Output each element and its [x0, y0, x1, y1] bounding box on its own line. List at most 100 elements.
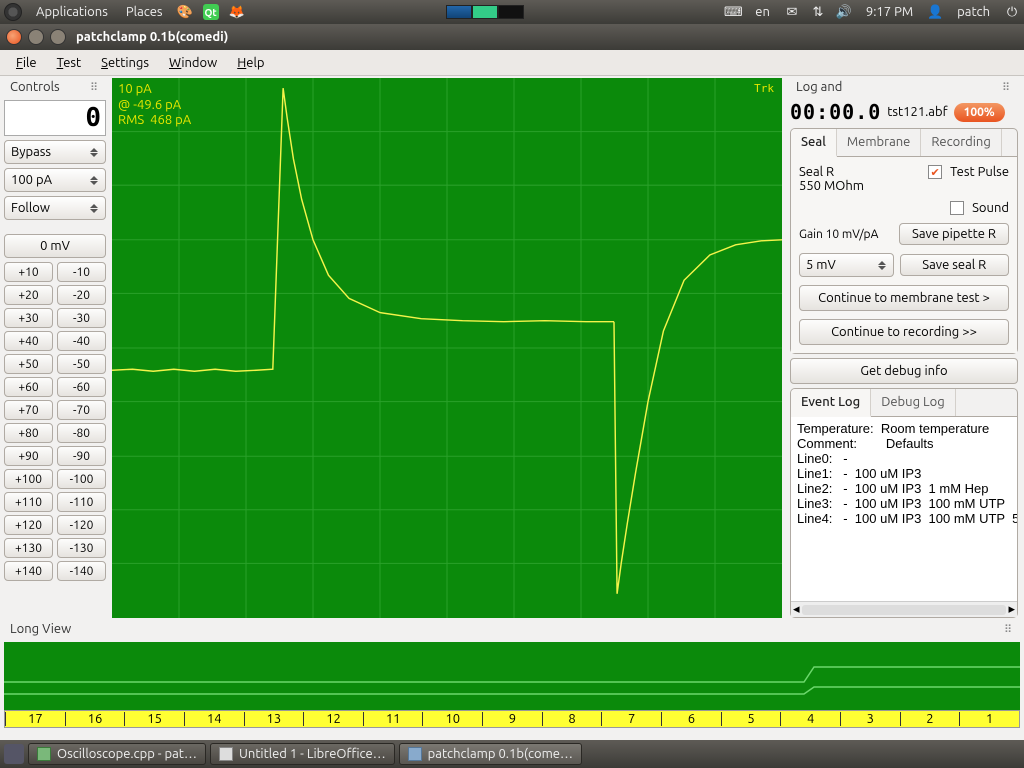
scroll-thumb[interactable]	[802, 605, 1007, 615]
tab-recording[interactable]: Recording	[921, 129, 1001, 156]
network-icon[interactable]: ⇅	[810, 4, 826, 20]
voltage-step-button[interactable]: -10	[57, 262, 106, 282]
power-icon[interactable]: ⏻	[1004, 4, 1020, 20]
voltage-step-button[interactable]: +60	[4, 377, 53, 397]
gain-combo[interactable]: 5 mV	[799, 253, 894, 277]
voltage-step-button[interactable]: +90	[4, 446, 53, 466]
voltage-step-button[interactable]: +100	[4, 469, 53, 489]
voltage-step-button[interactable]: -50	[57, 354, 106, 374]
menu-test[interactable]: Test	[49, 53, 90, 73]
voltage-step-button[interactable]: +40	[4, 331, 53, 351]
voltage-step-button[interactable]: +20	[4, 285, 53, 305]
voltage-step-button[interactable]: +110	[4, 492, 53, 512]
tab-event-log[interactable]: Event Log	[791, 389, 871, 417]
scroll-right-icon[interactable]: ▸	[1008, 602, 1015, 617]
voltage-step-button[interactable]: +50	[4, 354, 53, 374]
test-pulse-checkbox[interactable]: ✔ Test Pulse	[928, 165, 1009, 179]
ruler-tick: 10	[422, 712, 482, 726]
timer-display: 00:00.0	[790, 100, 881, 124]
task-label: Oscilloscope.cpp - pat…	[57, 747, 197, 761]
scope-scale-label: 10 pA @ -49.6 pA RMS 468 pA	[118, 82, 191, 129]
voltage-step-button[interactable]: +140	[4, 561, 53, 581]
workspace-indicator[interactable]	[446, 5, 524, 19]
window-titlebar[interactable]: patchclamp 0.1b(comedi)	[0, 24, 1024, 50]
user-icon[interactable]: 👤	[927, 4, 943, 20]
volume-icon[interactable]: 🔊	[836, 4, 852, 20]
ruler-tick: 16	[65, 712, 125, 726]
keyboard-icon[interactable]: ⌨	[725, 4, 741, 20]
window-close-button[interactable]	[6, 29, 22, 45]
get-debug-button[interactable]: Get debug info	[790, 358, 1018, 384]
voltage-step-button[interactable]: -140	[57, 561, 106, 581]
firefox-icon[interactable]: 🦊	[229, 4, 245, 20]
mail-icon[interactable]: ✉	[784, 4, 800, 20]
window-title: patchclamp 0.1b(comedi)	[76, 30, 228, 44]
gimp-icon[interactable]: 🎨	[177, 4, 193, 20]
gain-combo-label: 5 mV	[806, 258, 836, 272]
tab-seal[interactable]: Seal	[791, 129, 837, 157]
longview-header: Long View	[10, 622, 71, 636]
voltage-step-button[interactable]: -40	[57, 331, 106, 351]
chevron-updown-icon	[89, 176, 99, 185]
ruler-tick: 3	[840, 712, 900, 726]
window-maximize-button[interactable]	[50, 29, 66, 45]
oscilloscope-display[interactable]: 10 pA @ -49.6 pA RMS 468 pA Trk	[112, 78, 782, 618]
save-pipette-button[interactable]: Save pipette R	[899, 223, 1009, 245]
continue-recording-button[interactable]: Continue to recording >>	[799, 319, 1009, 345]
voltage-step-button[interactable]: +80	[4, 423, 53, 443]
voltage-step-button[interactable]: -110	[57, 492, 106, 512]
lang-indicator[interactable]: en	[751, 5, 774, 19]
controls-panel: Controls ⠿ 0 Bypass 100 pA Follow 0 mV +…	[0, 76, 110, 620]
clock[interactable]: 9:17 PM	[862, 5, 917, 19]
voltage-step-button[interactable]: +130	[4, 538, 53, 558]
save-seal-button[interactable]: Save seal R	[900, 254, 1009, 276]
menu-window[interactable]: Window	[161, 53, 225, 73]
voltage-step-button[interactable]: -130	[57, 538, 106, 558]
voltage-step-button[interactable]: -80	[57, 423, 106, 443]
task-oscilloscope[interactable]: Oscilloscope.cpp - pat…	[28, 743, 206, 765]
voltage-step-button[interactable]: -30	[57, 308, 106, 328]
ruler-tick: 13	[244, 712, 304, 726]
voltage-step-button[interactable]: +30	[4, 308, 53, 328]
user-menu[interactable]: patch	[953, 5, 994, 19]
voltage-step-button[interactable]: -60	[57, 377, 106, 397]
voltage-step-button[interactable]: -20	[57, 285, 106, 305]
panel-handle-icon[interactable]: ⠿	[1004, 623, 1014, 636]
zero-mv-button[interactable]: 0 mV	[4, 234, 106, 258]
menu-help[interactable]: Help	[229, 53, 272, 73]
voltage-step-button[interactable]: -90	[57, 446, 106, 466]
voltage-step-button[interactable]: +10	[4, 262, 53, 282]
log-line: Line3: - 100 uM IP3 100 mM UTP	[797, 496, 1011, 511]
voltage-step-button[interactable]: -70	[57, 400, 106, 420]
continue-membrane-button[interactable]: Continue to membrane test >	[799, 285, 1009, 311]
sound-checkbox[interactable]: Sound	[950, 201, 1009, 215]
places-menu[interactable]: Places	[122, 5, 167, 19]
qt-icon[interactable]: Qt	[203, 4, 219, 20]
voltage-step-button[interactable]: +120	[4, 515, 53, 535]
tab-debug-log[interactable]: Debug Log	[871, 389, 956, 416]
menu-settings[interactable]: Settings	[93, 53, 157, 73]
longview-display[interactable]	[4, 642, 1020, 710]
window-minimize-button[interactable]	[28, 29, 44, 45]
voltage-step-button[interactable]: +70	[4, 400, 53, 420]
ruler-tick: 7	[601, 712, 661, 726]
log-scrollbar[interactable]: ◂ ▸	[791, 601, 1017, 617]
follow-combo[interactable]: Follow	[4, 196, 106, 220]
longview-ruler[interactable]: 1716151413121110987654321	[4, 710, 1020, 728]
applications-menu[interactable]: Applications	[32, 5, 112, 19]
task-patchclamp[interactable]: patchclamp 0.1b(come…	[399, 743, 582, 765]
voltage-step-button[interactable]: -120	[57, 515, 106, 535]
panel-handle-icon[interactable]: ⠿	[90, 81, 100, 94]
ubuntu-logo-icon[interactable]	[4, 3, 22, 21]
log-body[interactable]: Temperature: Room temperatureComment: De…	[791, 417, 1017, 601]
mode-combo[interactable]: Bypass	[4, 140, 106, 164]
menu-file[interactable]: File	[8, 53, 45, 73]
mode-combo-label: Bypass	[11, 145, 51, 159]
tab-membrane[interactable]: Membrane	[837, 129, 922, 156]
scroll-left-icon[interactable]: ◂	[793, 602, 800, 617]
panel-handle-icon[interactable]: ⠿	[1002, 81, 1012, 94]
range-combo[interactable]: 100 pA	[4, 168, 106, 192]
task-libreoffice[interactable]: Untitled 1 - LibreOffice…	[210, 743, 395, 765]
voltage-step-button[interactable]: -100	[57, 469, 106, 489]
show-desktop-icon[interactable]	[4, 744, 24, 764]
